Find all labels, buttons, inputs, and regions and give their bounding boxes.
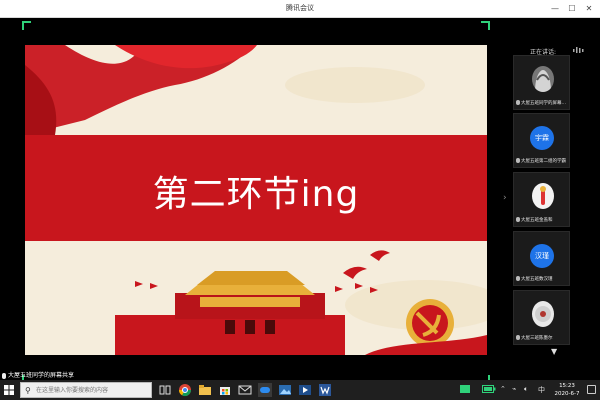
store-icon[interactable] [218, 383, 232, 397]
sound-wave-icon [573, 47, 584, 53]
windows-start-icon[interactable] [4, 385, 14, 395]
microphone-icon [516, 100, 520, 105]
share-frame-corner-top-right [481, 21, 490, 30]
tencent-meeting-icon[interactable] [258, 383, 272, 397]
microphone-icon [516, 217, 520, 222]
avatar: 汉瑾 [530, 244, 554, 268]
participant-name: 大屋五班同学的屏幕… [521, 101, 566, 106]
search-input[interactable] [36, 384, 149, 397]
microphone-icon [516, 276, 520, 281]
participant-tile[interactable]: 大屋五班金盖和 [513, 172, 570, 227]
participant-name: 大屋三班陈墨尔 [521, 336, 553, 341]
participant-name: 大屋五班金盖和 [521, 218, 553, 223]
word-icon[interactable] [318, 383, 332, 397]
taskbar: ⚲ ⌃ ⌁ 🔈︎ 中 15:23 2020-6-7 [0, 380, 600, 400]
participant-tile[interactable]: 宇霖 大屋五班第二组的学霸 [513, 113, 570, 168]
clock-time: 15:23 [559, 383, 575, 389]
chrome-icon[interactable] [178, 383, 192, 397]
mail-icon[interactable] [238, 383, 252, 397]
microphone-icon [2, 372, 6, 379]
party-emblem-decoration [406, 299, 454, 347]
battery-icon[interactable] [482, 385, 496, 395]
participant-tile[interactable]: 汉瑾 大屋五班数汉瑾 [513, 231, 570, 286]
close-button[interactable]: ✕ [582, 2, 596, 16]
expand-tray-icon[interactable]: ⌃ [500, 385, 506, 393]
microphone-icon [516, 335, 520, 340]
share-status: 大屋五班同学的屏幕共享 [2, 370, 74, 379]
participant-tile[interactable]: 大屋三班陈墨尔 [513, 290, 570, 345]
file-explorer-icon[interactable] [198, 383, 212, 397]
participant-tile[interactable]: 大屋五班同学的屏幕… [513, 55, 570, 110]
chevron-down-icon[interactable]: ▼ [551, 347, 557, 356]
participant-name: 大屋五班第二组的学霸 [521, 159, 566, 164]
slide-title: 第二环节ing [152, 174, 360, 215]
ime-indicator[interactable]: 中 [538, 385, 545, 395]
maximize-button[interactable]: ☐ [565, 2, 579, 16]
green-screen-icon[interactable] [460, 385, 470, 395]
clock[interactable]: 15:23 2020-6-7 [552, 382, 582, 398]
network-icon[interactable]: ⌁ [512, 385, 516, 393]
share-status-text: 大屋五班同学的屏幕共享 [8, 372, 75, 379]
avatar: 宇霖 [530, 126, 554, 150]
media-player-icon[interactable] [298, 383, 312, 397]
minimize-button[interactable]: — [548, 2, 562, 16]
meeting-window: 腾讯会议 — ☐ ✕ 第二环节ing › 正在讲话: 大屋五班同学的屏幕… 宇霖… [0, 0, 600, 400]
clock-date: 2020-6-7 [554, 391, 580, 397]
volume-icon[interactable]: 🔈︎ [524, 385, 528, 394]
window-title: 腾讯会议 [286, 4, 314, 12]
taskbar-search[interactable]: ⚲ [20, 382, 152, 398]
search-icon: ⚲ [25, 386, 31, 395]
panel-collapse-icon[interactable]: › [503, 193, 507, 203]
notification-icon[interactable] [587, 385, 596, 394]
avatar [532, 66, 554, 92]
shared-screen[interactable]: 第二环节ing [25, 45, 487, 355]
photos-icon[interactable] [278, 383, 292, 397]
title-bar: 腾讯会议 — ☐ ✕ [0, 0, 600, 18]
task-view-icon[interactable] [158, 383, 172, 397]
participant-name: 大屋五班数汉瑾 [521, 277, 553, 282]
microphone-icon [516, 158, 520, 163]
avatar [532, 183, 554, 209]
share-frame-corner-top-left [22, 21, 31, 30]
avatar [532, 301, 554, 327]
